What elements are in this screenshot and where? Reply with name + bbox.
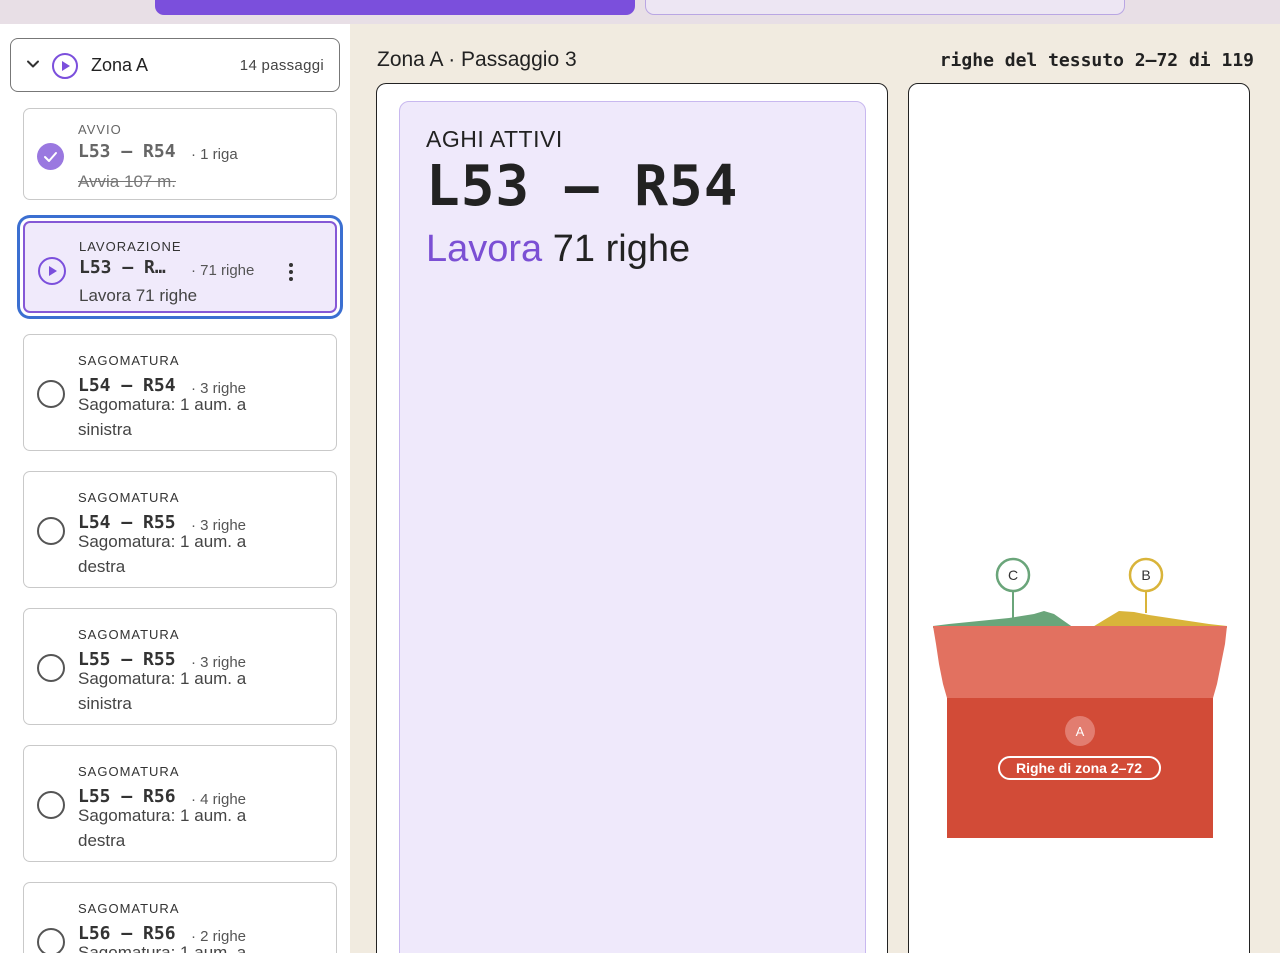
step-kind: AVVIO	[78, 122, 122, 137]
zone-step-count: 14 passaggi	[239, 57, 324, 74]
step-needles: L53 — R54	[78, 141, 176, 162]
fabric-row-range: righe del tessuto 2–72 di 119	[939, 50, 1254, 71]
marker-b-label: B	[1141, 567, 1150, 583]
zone-c-shape	[933, 611, 1074, 628]
step-kind: SAGOMATURA	[78, 353, 180, 368]
active-needles-card: AGHI ATTIVI L53 — R54 Lavora 71 righe	[399, 101, 866, 953]
page-title: Zona A · Passaggio 3	[377, 48, 577, 71]
step-description: Sagomatura: 1 aum. a	[78, 943, 247, 953]
active-needles-range: L53 — R54	[426, 154, 739, 219]
zone-name: Zona A	[91, 55, 149, 75]
work-rows: 71 righe	[552, 228, 691, 270]
step-kind: SAGOMATURA	[78, 490, 180, 505]
step-description: Sagomatura: 1 aum. a destra	[78, 806, 247, 850]
play-circle-icon	[38, 257, 66, 285]
fabric-diagram-panel: C B A Righe di zona 2–72	[908, 83, 1250, 953]
active-needles-label: AGHI ATTIVI	[426, 126, 563, 152]
step-rows: · 71 righe	[191, 262, 255, 279]
step-kind: SAGOMATURA	[78, 901, 180, 916]
marker-a-label: A	[1076, 724, 1085, 739]
pending-circle-icon	[37, 380, 65, 408]
step-description: Sagomatura: 1 aum. a destra	[78, 532, 247, 576]
step-card[interactable]: SAGOMATURA L55 — R56 · 4 righe Sagomatur…	[23, 745, 337, 862]
step-description: Sagomatura: 1 aum. a sinistra	[78, 669, 247, 713]
step-rows: · 1 riga	[191, 146, 238, 163]
step-description: Sagomatura: 1 aum. a sinistra	[78, 395, 247, 439]
zone-a-upper-shape	[933, 626, 1227, 698]
step-card[interactable]: SAGOMATURA L55 — R55 · 3 righe Sagomatur…	[23, 608, 337, 725]
pending-circle-icon	[37, 791, 65, 819]
check-circle-icon	[37, 143, 64, 170]
step-card-done[interactable]: AVVIO L53 — R54 · 1 riga Avvia 107 m.	[23, 108, 337, 200]
step-description: Avvia 107 m.	[78, 172, 176, 191]
work-verb: Lavora	[426, 228, 543, 270]
more-vertical-icon[interactable]	[289, 263, 293, 284]
steps-sidebar: Zona A 14 passaggi AVVIO L53 — R54 · 1 r…	[0, 24, 350, 953]
step-description: Lavora 71 righe	[79, 286, 198, 305]
step-needles: L53 — R…	[79, 257, 166, 278]
step-kind: LAVORAZIONE	[79, 239, 182, 254]
step-card[interactable]: SAGOMATURA L54 — R55 · 3 righe Sagomatur…	[23, 471, 337, 588]
tab-inactive[interactable]	[645, 0, 1125, 15]
tab-active[interactable]	[155, 0, 635, 15]
zone-b-shape	[1091, 611, 1227, 628]
step-card[interactable]: SAGOMATURA L56 — R56 · 2 righe Sagomatur…	[23, 882, 337, 953]
zone-range-label: Righe di zona 2–72	[1016, 760, 1142, 776]
play-circle-icon	[52, 53, 78, 79]
pending-circle-icon	[37, 654, 65, 682]
pending-circle-icon	[37, 928, 65, 953]
step-card[interactable]: SAGOMATURA L54 — R54 · 3 righe Sagomatur…	[23, 334, 337, 451]
step-card-active[interactable]: LAVORAZIONE L53 — R… · 71 righe Lavora 7…	[23, 221, 337, 313]
step-kind: SAGOMATURA	[78, 764, 180, 779]
fabric-diagram: C B A Righe di zona 2–72	[933, 557, 1227, 838]
step-kind: SAGOMATURA	[78, 627, 180, 642]
active-step-panel: AGHI ATTIVI L53 — R54 Lavora 71 righe	[376, 83, 888, 953]
zone-header[interactable]: Zona A 14 passaggi	[10, 38, 340, 92]
chevron-down-icon[interactable]	[26, 57, 40, 71]
pending-circle-icon	[37, 517, 65, 545]
work-instruction: Lavora 71 righe	[426, 228, 690, 271]
marker-c-label: C	[1008, 567, 1018, 583]
